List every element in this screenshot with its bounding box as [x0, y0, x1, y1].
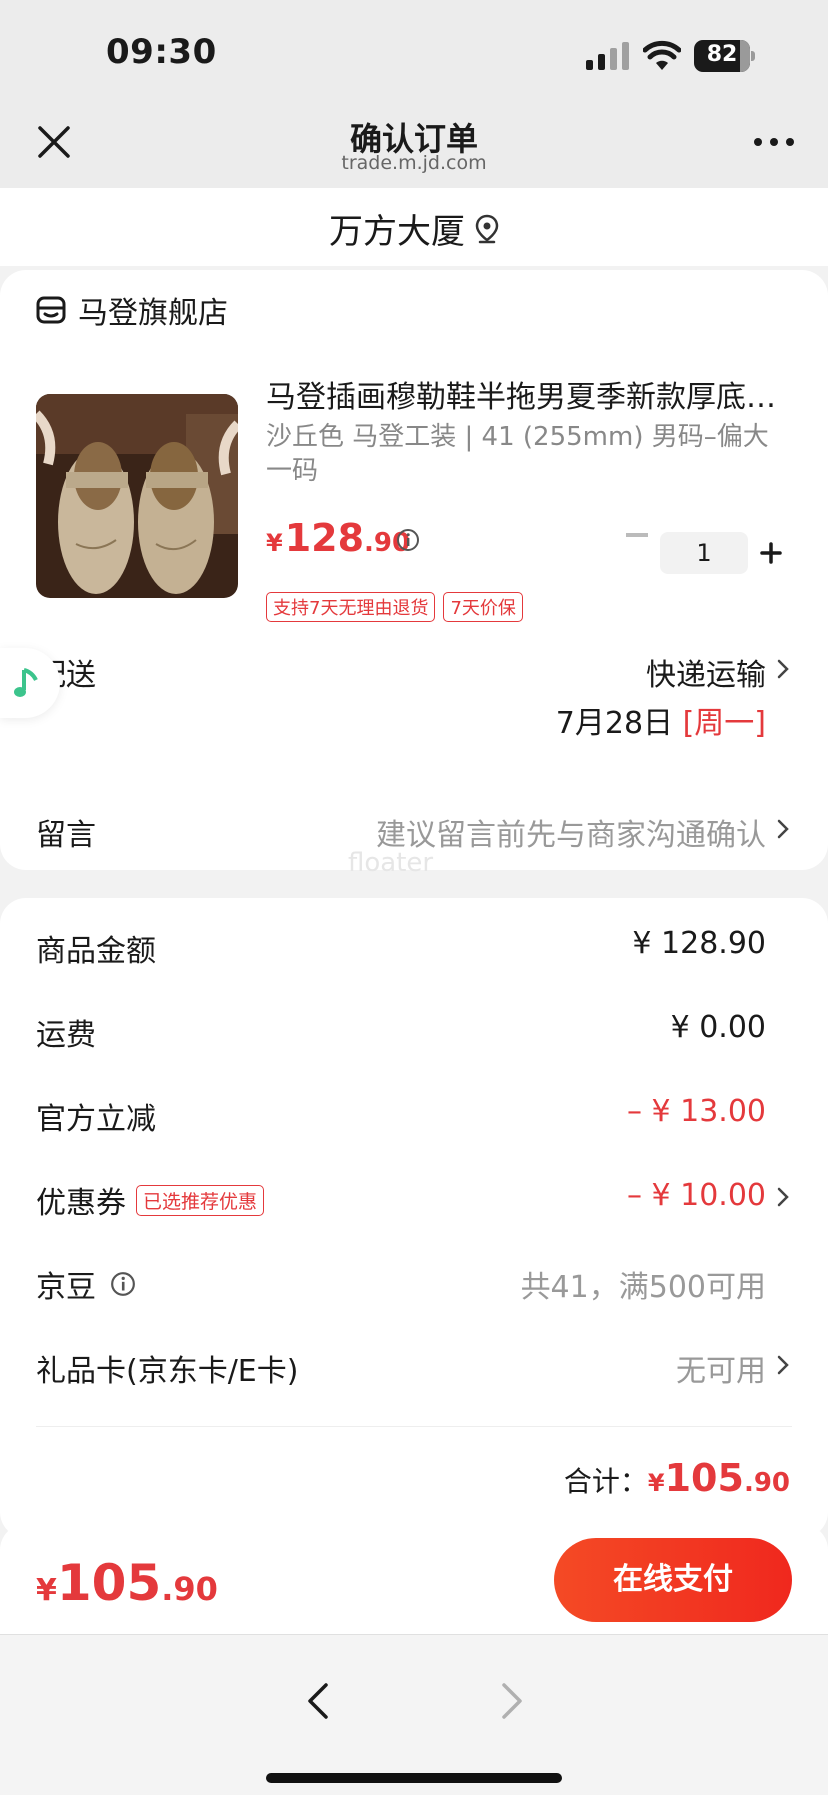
checkout-decimal: .90 — [161, 1570, 218, 1608]
order-confirm-page: 09:30 82 确认订单 trade.m.jd.com 万方大厦 马登旗舰店 … — [0, 0, 828, 1795]
delivery-date[interactable]: 7月28日 [周一] — [556, 698, 766, 742]
product-price: ¥ 128 .90 — [266, 516, 410, 560]
status-time: 09:30 — [106, 32, 217, 72]
summary-divider — [36, 1426, 792, 1427]
address-bar[interactable]: 万方大厦 — [0, 188, 828, 266]
service-tags: 支持7天无理由退货 7天价保 — [266, 592, 531, 622]
status-bar: 09:30 82 — [0, 0, 828, 100]
gift-card-label: 礼品卡(京东卡/E卡) — [36, 1354, 299, 1389]
battery-percent: 82 — [706, 42, 738, 67]
checkout-bar: ¥ 105 .90 在线支付 — [0, 1524, 828, 1634]
service-tag-return: 支持7天无理由退货 — [266, 592, 436, 622]
price-summary-card: 商品金额 ¥ 128.90 运费 ¥ 0.00 官方立减 – ¥ 13.00 优… — [0, 898, 828, 1538]
jd-beans-label: 京豆 — [36, 1270, 96, 1305]
chevron-right-icon[interactable] — [776, 818, 790, 840]
checkout-currency: ¥ — [36, 1573, 57, 1608]
address-text: 万方大厦 — [329, 212, 465, 252]
chevron-right-icon[interactable] — [776, 658, 790, 680]
wifi-icon — [643, 40, 681, 70]
browser-toolbar — [0, 1634, 828, 1795]
chevron-right-icon[interactable] — [776, 1354, 790, 1376]
music-note-icon — [14, 668, 38, 697]
coupon-value[interactable]: – ¥ 10.00 — [627, 1178, 766, 1213]
store-name: 马登旗舰店 — [78, 296, 228, 331]
total-currency: ¥ — [647, 1469, 665, 1497]
home-indicator[interactable] — [266, 1773, 562, 1783]
official-discount-label: 官方立减 — [36, 1102, 156, 1137]
product-image[interactable] — [36, 394, 238, 598]
delivery-method[interactable]: 快递运输 — [646, 650, 766, 694]
price-integer: 128 — [284, 516, 365, 560]
battery-icon: 82 — [694, 40, 756, 72]
message-input[interactable]: 建议留言前先与商家沟通确认 — [376, 810, 766, 854]
back-arrow-icon[interactable] — [304, 1681, 332, 1721]
chevron-right-icon[interactable] — [776, 1186, 790, 1208]
coupon-badge: 已选推荐优惠 — [136, 1184, 265, 1216]
total-integer: 105 — [664, 1456, 744, 1500]
message-label: 留言 — [36, 818, 96, 853]
coupon-label: 优惠券 — [36, 1186, 126, 1221]
checkout-price: ¥ 105 .90 — [36, 1554, 218, 1612]
store-header[interactable]: 马登旗舰店 — [36, 288, 228, 332]
total-label: 合计： — [563, 1465, 648, 1498]
info-icon[interactable] — [110, 1271, 136, 1297]
quantity-increase-button[interactable] — [760, 542, 782, 564]
page-url: trade.m.jd.com — [341, 152, 487, 174]
quantity-decrease-button[interactable] — [626, 533, 648, 537]
delivery-date-text: 7月28日 — [555, 706, 674, 741]
info-icon[interactable] — [396, 528, 420, 552]
order-item-card: 马登旗舰店 马登插画穆勒鞋半拖男夏季新款厚底… 沙丘色 马登工装 | 41 (2… — [0, 270, 828, 870]
checkout-integer: 105 — [56, 1554, 162, 1612]
total-decimal: .90 — [743, 1468, 790, 1498]
jd-beans-row: 京豆 — [36, 1262, 136, 1306]
forward-arrow-icon[interactable] — [498, 1681, 526, 1721]
shipping-label: 运费 — [36, 1018, 96, 1053]
order-total: 合计： ¥ 105 .90 — [564, 1456, 790, 1500]
nav-header: 确认订单 trade.m.jd.com — [0, 100, 828, 188]
floater-watermark: floater — [348, 848, 434, 878]
jd-beans-value: 共41，满500可用 — [520, 1270, 766, 1305]
delivery-weekday: [周一] — [682, 706, 766, 741]
goods-amount-label: 商品金额 — [36, 934, 156, 969]
goods-amount-value: ¥ 128.90 — [632, 926, 766, 961]
pay-online-button[interactable]: 在线支付 — [554, 1538, 792, 1622]
more-icon[interactable] — [754, 138, 794, 150]
product-spec[interactable]: 沙丘色 马登工装 | 41 (255mm) 男码–偏大一码 — [266, 420, 786, 488]
price-currency: ¥ — [266, 529, 283, 557]
service-tag-price-protect: 7天价保 — [443, 592, 523, 622]
quantity-input[interactable]: 1 — [660, 532, 748, 574]
location-pin-icon — [475, 214, 499, 243]
gift-card-value[interactable]: 无可用 — [676, 1346, 766, 1390]
official-discount-value: – ¥ 13.00 — [626, 1094, 766, 1129]
product-title[interactable]: 马登插画穆勒鞋半拖男夏季新款厚底… — [266, 372, 796, 416]
cellular-signal-icon — [586, 42, 629, 70]
shipping-value: ¥ 0.00 — [670, 1010, 766, 1045]
coupon-row[interactable]: 优惠券 已选推荐优惠 — [36, 1178, 272, 1222]
store-icon — [36, 296, 66, 324]
